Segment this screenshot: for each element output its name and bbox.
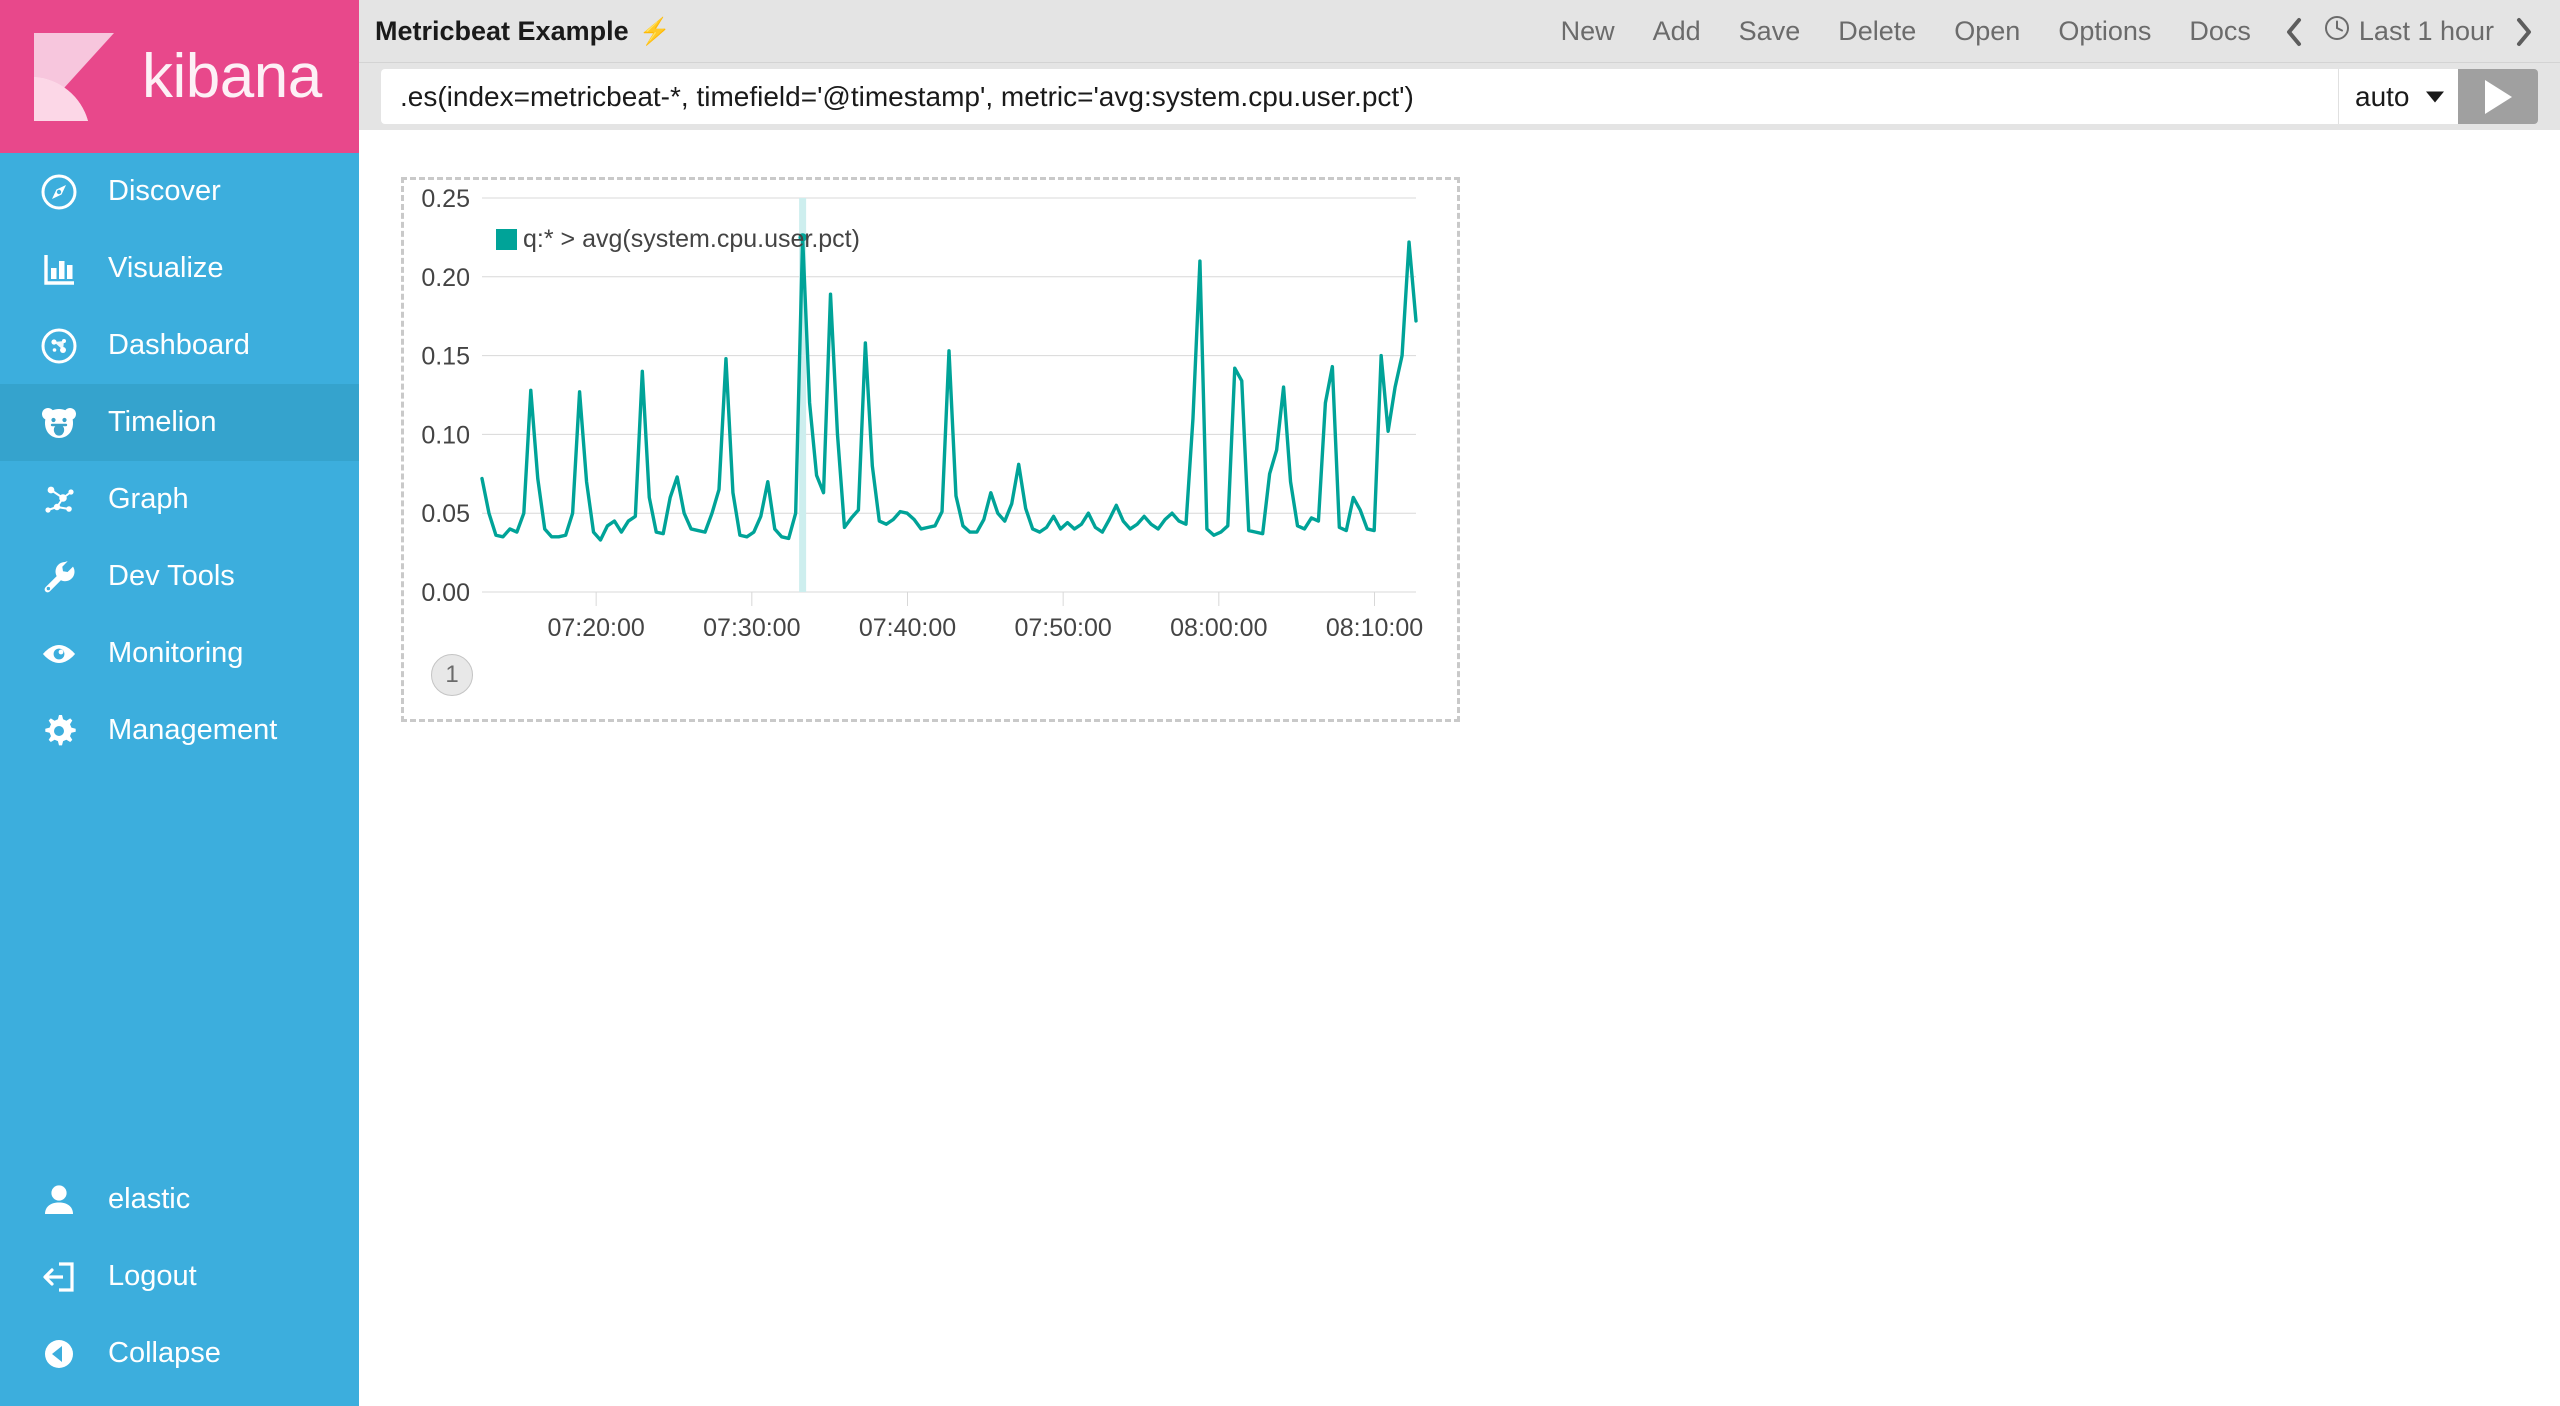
sidebar-item-dev-tools[interactable]: Dev Tools (0, 538, 359, 615)
secondary-nav: elastic Logout Collapse (0, 1161, 359, 1406)
sidebar-item-label: Collapse (108, 1337, 221, 1369)
user-icon (30, 1180, 88, 1220)
sidebar-item-monitoring[interactable]: Monitoring (0, 615, 359, 692)
run-expression-button[interactable] (2458, 69, 2538, 124)
interval-select[interactable]: auto (2338, 69, 2458, 124)
bear-icon (30, 403, 88, 443)
header-menu: New Add Save Delete Open Options Docs La… (1542, 0, 2560, 63)
menu-item-delete[interactable]: Delete (1819, 0, 1935, 63)
menu-item-docs[interactable]: Docs (2170, 0, 2270, 63)
chevron-down-icon (2426, 91, 2444, 102)
sidebar-item-discover[interactable]: Discover (0, 153, 359, 230)
x-axis-tick-label: 07:30:00 (703, 614, 800, 642)
app-header: Metricbeat Example ⚡ New Add Save Delete… (359, 0, 2560, 63)
sidebar-item-label: Management (108, 714, 278, 746)
timelion-chart[interactable]: 0.00 0.05 0.10 0.15 0.20 0.25 07:20:00 07:30:00… (404, 180, 1457, 719)
graph-icon (30, 480, 88, 520)
y-axis-tick-label: 0.10 (421, 421, 470, 449)
x-axis-tick-label: 07:20:00 (547, 614, 644, 642)
play-icon (2484, 79, 2512, 114)
eye-icon (30, 634, 88, 674)
gear-icon (30, 711, 88, 751)
page-title[interactable]: Metricbeat Example ⚡ (375, 16, 671, 47)
sidebar-item-graph[interactable]: Graph (0, 461, 359, 538)
sidebar-item-collapse[interactable]: Collapse (0, 1315, 359, 1392)
y-axis-tick-label: 0.15 (421, 343, 470, 371)
y-axis-tick-label: 0.00 (421, 579, 470, 607)
sidebar-item-label: elastic (108, 1183, 191, 1215)
x-axis-tick-label: 07:40:00 (859, 614, 956, 642)
sidebar-item-logout[interactable]: Logout (0, 1238, 359, 1315)
sidebar-item-label: Logout (108, 1260, 197, 1292)
bolt-icon: ⚡ (638, 16, 671, 46)
x-axis-tick-label: 08:00:00 (1170, 614, 1267, 642)
brand-name: kibana (142, 42, 322, 111)
menu-item-save[interactable]: Save (1720, 0, 1820, 63)
x-axis-tick-label: 08:10:00 (1326, 614, 1423, 642)
kibana-logo-icon (26, 29, 122, 125)
sidebar-item-visualize[interactable]: Visualize (0, 230, 359, 307)
legend-color-swatch (496, 229, 517, 250)
sidebar-item-timelion[interactable]: Timelion (0, 384, 359, 461)
time-range-label: Last 1 hour (2358, 16, 2494, 46)
x-axis-tick-label: 07:50:00 (1014, 614, 1111, 642)
sidebar-item-label: Discover (108, 175, 221, 207)
compass-icon (30, 172, 88, 212)
y-axis-tick-label: 0.20 (421, 264, 470, 292)
clock-icon (2324, 15, 2350, 48)
legend-label: q:* > avg(system.cpu.user.pct) (523, 225, 860, 253)
sidebar-item-label: Graph (108, 483, 189, 515)
bar-chart-icon (30, 249, 88, 289)
sidebar-item-management[interactable]: Management (0, 692, 359, 769)
chart-inner: 0.00 0.05 0.10 0.15 0.20 0.25 07:20:00 07:30:00… (404, 180, 1457, 719)
sidebar: kibana Discover Visualize Dashboard Time… (0, 0, 359, 1406)
sidebar-item-dashboard[interactable]: Dashboard (0, 307, 359, 384)
menu-item-add[interactable]: Add (1634, 0, 1720, 63)
primary-nav: Discover Visualize Dashboard Timelion Gr… (0, 153, 359, 769)
menu-item-options[interactable]: Options (2039, 0, 2170, 63)
dashboard-icon (30, 326, 88, 366)
menu-item-open[interactable]: Open (1935, 0, 2039, 63)
sidebar-item-label: Monitoring (108, 637, 244, 669)
logout-icon (30, 1257, 88, 1297)
chevron-left-icon[interactable] (2270, 0, 2318, 63)
timelion-expression-input[interactable] (381, 69, 2338, 124)
page-title-text: Metricbeat Example (375, 16, 629, 46)
sheet-number-badge[interactable]: 1 (431, 654, 473, 696)
interval-value: auto (2355, 80, 2410, 112)
brand-header[interactable]: kibana (0, 0, 359, 153)
chevron-right-icon[interactable] (2500, 0, 2548, 63)
chart-legend[interactable]: q:* > avg(system.cpu.user.pct) (496, 225, 860, 254)
sidebar-item-label: Dashboard (108, 329, 250, 361)
y-axis-tick-label: 0.25 (421, 185, 470, 213)
sidebar-item-label: Dev Tools (108, 560, 235, 592)
wrench-icon (30, 557, 88, 597)
sidebar-item-label: Visualize (108, 252, 224, 284)
expression-bar: auto (359, 63, 2560, 130)
series-line (480, 235, 1418, 542)
y-axis-tick-label: 0.05 (421, 500, 470, 528)
time-range-picker[interactable]: Last 1 hour (2318, 15, 2500, 48)
sidebar-item-user[interactable]: elastic (0, 1161, 359, 1238)
sidebar-item-label: Timelion (108, 406, 217, 438)
menu-item-new[interactable]: New (1542, 0, 1634, 63)
timelion-chart-panel[interactable]: 0.00 0.05 0.10 0.15 0.20 0.25 07:20:00 07:30:00… (401, 177, 1460, 722)
collapse-left-icon (30, 1334, 88, 1374)
